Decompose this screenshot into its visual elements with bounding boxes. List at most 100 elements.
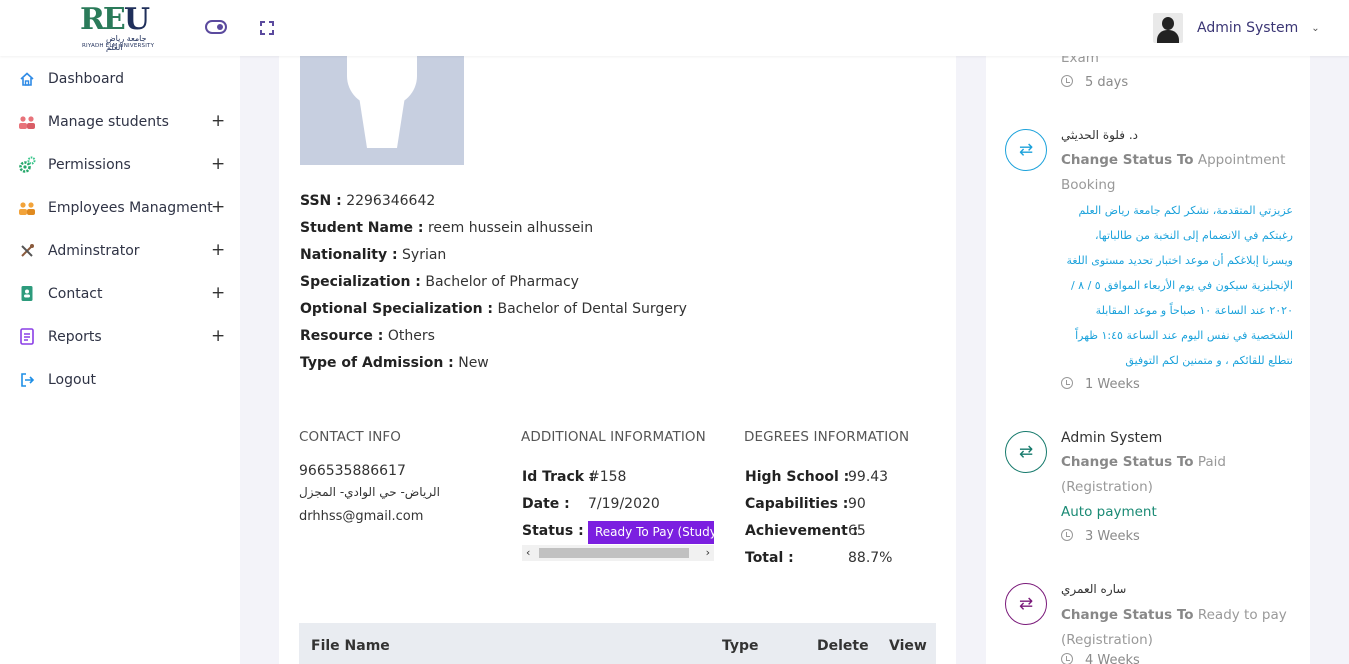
- timeline-author: Admin System: [1061, 430, 1163, 446]
- capabilities-label: Capabilities :: [745, 496, 849, 512]
- sidebar-item-logout[interactable]: Logout: [0, 358, 240, 401]
- horizontal-scrollbar[interactable]: ‹ ›: [522, 545, 714, 561]
- student-name-row: Student Name : reem hussein alhussein: [300, 220, 594, 236]
- fullscreen-icon[interactable]: [260, 21, 274, 35]
- timeline-author: ساره العمري: [1061, 582, 1127, 596]
- contact-address: الرياض- حي الوادي- المجزل: [299, 485, 440, 499]
- avatar: [1153, 13, 1183, 43]
- clock-icon: [1061, 529, 1073, 541]
- total-value: 88.7%: [848, 550, 893, 566]
- student-photo-placeholder: [300, 56, 464, 165]
- home-icon: [18, 70, 36, 88]
- scroll-left-arrow-icon[interactable]: ‹: [526, 545, 530, 561]
- exchange-arrows-icon: ⇄: [1005, 583, 1047, 625]
- column-delete: Delete: [817, 638, 869, 654]
- contact-info-heading: CONTACT INFO: [299, 429, 401, 445]
- ssn-value: 2296346642: [346, 193, 436, 209]
- ssn-row: SSN : 2296346642: [300, 193, 436, 209]
- sidebar-item-label: Contact: [48, 285, 103, 302]
- logo-mark: REU: [80, 2, 150, 37]
- column-file-name: File Name: [311, 638, 390, 654]
- resource-row: Resource : Others: [300, 328, 435, 344]
- degrees-info-heading: DEGREES INFORMATION: [744, 429, 910, 445]
- sidebar-item-dashboard[interactable]: Dashboard: [0, 57, 240, 100]
- specialization-row: Specialization : Bachelor of Pharmacy: [300, 274, 579, 290]
- clock-icon: [1061, 75, 1073, 87]
- timeline-message: عزيزتي المتقدمة، نشكر لكم جامعة رياض الع…: [1066, 204, 1293, 367]
- sidebar-item-permissions[interactable]: Permissions +: [0, 143, 240, 186]
- clock-icon: [1061, 653, 1073, 664]
- status-timeline: Exam 5 days ⇄ د. فلوة الحديثي Change Sta…: [986, 56, 1310, 664]
- capabilities-value: 90: [848, 496, 866, 512]
- students-icon: [18, 113, 36, 131]
- university-logo[interactable]: REU جامعة رياض العلم RIYADH ELM UNIVERSI…: [80, 2, 162, 53]
- tools-icon: [18, 242, 36, 260]
- top-header: REU جامعة رياض العلم RIYADH ELM UNIVERSI…: [0, 0, 1349, 56]
- date-label: Date :: [522, 496, 570, 512]
- id-track-value: #158: [588, 469, 627, 485]
- timeline-change: Change Status To Ready to pay (Registrat…: [1061, 607, 1287, 648]
- specialization-value: Bachelor of Pharmacy: [425, 274, 579, 290]
- sidebar-item-label: Dashboard: [48, 70, 124, 87]
- high-school-value: 99.43: [848, 469, 889, 485]
- files-table-header: File Name Type Delete View: [299, 623, 936, 664]
- clock-icon: [1061, 377, 1073, 389]
- expand-plus-icon[interactable]: +: [211, 199, 225, 216]
- sidebar-item-adminstrator[interactable]: Adminstrator +: [0, 229, 240, 272]
- high-school-label: High School :: [745, 469, 850, 485]
- id-track-label: Id Track :: [522, 469, 595, 485]
- timeline-change: Change Status To Paid (Registration): [1061, 454, 1226, 495]
- sidebar: Dashboard Manage students + Permissions …: [0, 56, 240, 664]
- additional-info-heading: ADDITIONAL INFORMATION: [521, 429, 706, 445]
- expand-plus-icon[interactable]: +: [211, 328, 225, 345]
- timeline-change: Change Status To Appointment Booking: [1061, 152, 1286, 193]
- student-details-card: SSN : 2296346642 Student Name : reem hus…: [279, 56, 956, 664]
- gears-icon: [18, 156, 36, 174]
- scrollbar-thumb[interactable]: [539, 548, 689, 558]
- exchange-arrows-icon: ⇄: [1005, 431, 1047, 473]
- admission-type-row: Type of Admission : New: [300, 355, 489, 371]
- report-icon: [18, 328, 36, 346]
- timeline-note: Auto payment: [1061, 504, 1157, 520]
- sidebar-item-label: Manage students: [48, 113, 169, 130]
- expand-plus-icon[interactable]: +: [211, 156, 225, 173]
- optional-specialization-value: Bachelor of Dental Surgery: [497, 301, 687, 317]
- total-label: Total :: [745, 550, 794, 566]
- sidebar-toggle-icon[interactable]: [205, 20, 227, 34]
- user-menu[interactable]: Admin System ⌄: [1153, 13, 1320, 43]
- timeline-time: 1 Weeks: [1061, 377, 1140, 392]
- status-badge: Ready To Pay (Study): [588, 521, 714, 544]
- nationality-row: Nationality : Syrian: [300, 247, 447, 263]
- sidebar-item-employees[interactable]: Employees Managment +: [0, 186, 240, 229]
- logo-english-name: RIYADH ELM UNIVERSITY: [82, 43, 155, 49]
- timeline-partial-text: Exam: [1061, 56, 1099, 66]
- status-label: Status :: [522, 523, 584, 539]
- employees-icon: [18, 199, 36, 217]
- scroll-right-arrow-icon[interactable]: ›: [706, 545, 710, 561]
- exchange-arrows-icon: ⇄: [1005, 129, 1047, 171]
- contact-phone: 966535886617: [299, 463, 406, 479]
- expand-plus-icon[interactable]: +: [211, 113, 225, 130]
- expand-plus-icon[interactable]: +: [211, 285, 225, 302]
- sidebar-item-label: Permissions: [48, 156, 131, 173]
- column-view: View: [889, 638, 927, 654]
- resource-value: Others: [387, 328, 435, 344]
- optional-specialization-row: Optional Specialization : Bachelor of De…: [300, 301, 687, 317]
- timeline-time: 3 Weeks: [1061, 529, 1140, 544]
- sidebar-item-reports[interactable]: Reports +: [0, 315, 240, 358]
- sidebar-item-contact[interactable]: Contact +: [0, 272, 240, 315]
- sidebar-item-label: Logout: [48, 371, 96, 388]
- sidebar-item-manage-students[interactable]: Manage students +: [0, 100, 240, 143]
- timeline-time: 4 Weeks: [1061, 653, 1140, 664]
- achievement-value: 65: [848, 523, 866, 539]
- contact-email[interactable]: drhhss@gmail.com: [299, 509, 423, 524]
- expand-plus-icon[interactable]: +: [211, 242, 225, 259]
- admission-type-value: New: [458, 355, 489, 371]
- timeline-time: 5 days: [1061, 75, 1128, 90]
- achievement-label: Achievement :: [745, 523, 859, 539]
- chevron-down-icon: ⌄: [1311, 22, 1320, 34]
- column-type: Type: [722, 638, 759, 654]
- sidebar-item-label: Reports: [48, 328, 102, 345]
- student-name-value: reem hussein alhussein: [427, 220, 594, 236]
- user-name: Admin System: [1197, 20, 1299, 36]
